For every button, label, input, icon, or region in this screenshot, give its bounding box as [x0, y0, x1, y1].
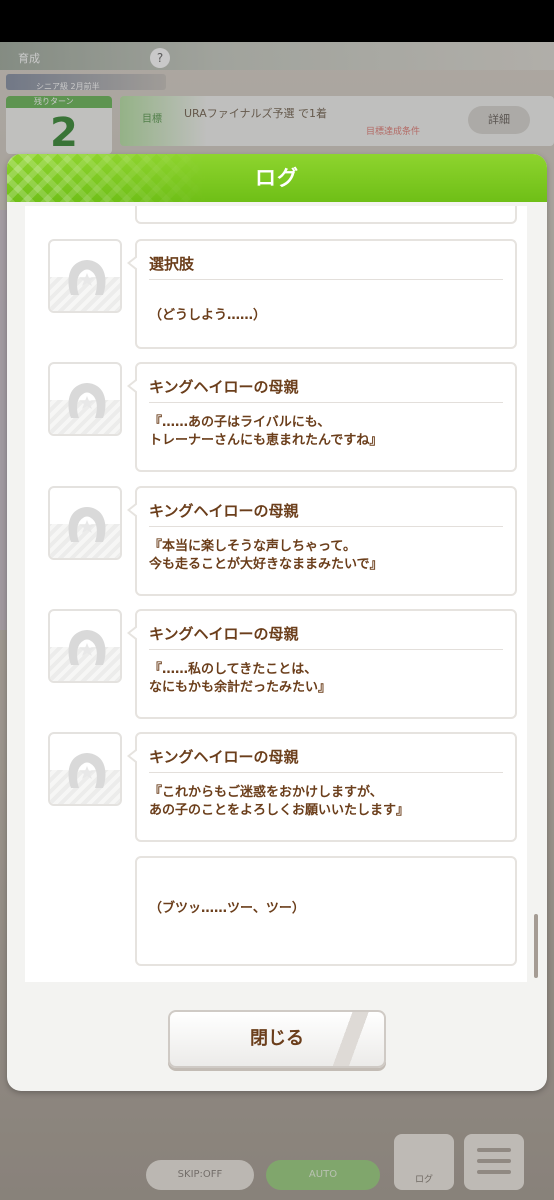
log-line: （どうしよう……） [149, 308, 267, 323]
speaker-avatar [48, 732, 122, 806]
speaker-name: キングヘイローの母親 [149, 748, 299, 766]
speaker-avatar [48, 486, 122, 560]
dialog-title: ログ [255, 166, 299, 190]
horseshoe-icon [68, 753, 106, 788]
log-bubble: 選択肢 （どうしよう……） [127, 239, 517, 349]
status-bar [0, 0, 554, 42]
speaker-name: キングヘイローの母親 [149, 625, 299, 643]
log-bubble-partial [135, 206, 517, 224]
log-bubble: キングヘイローの母親『……あの子はライバルにも、トレーナーさんにも恵まれたんです… [127, 362, 517, 472]
speaker-name: 選択肢 [149, 255, 195, 273]
scrollbar-thumb[interactable] [534, 914, 538, 978]
bubble-divider [149, 649, 503, 650]
log-line: あの子のことをよろしくお願いいたします』 [149, 803, 410, 818]
bubble-divider [149, 402, 503, 403]
close-button-label: 閉じる [250, 1028, 304, 1049]
bubble-divider [149, 772, 503, 773]
speaker-name: キングヘイローの母親 [149, 502, 299, 520]
log-bubble: （ブツッ……ツー、ツー） [135, 856, 517, 966]
bubble-divider [149, 279, 503, 280]
horseshoe-icon [68, 507, 106, 542]
bubble-divider [149, 526, 503, 527]
log-bubble: キングヘイローの母親『これからもご迷惑をおかけしますが、あの子のことをよろしくお… [127, 732, 517, 842]
log-line: 『これからもご迷惑をおかけしますが、 [149, 785, 383, 800]
speaker-avatar [48, 609, 122, 683]
horseshoe-icon [68, 260, 106, 295]
speaker-avatar [48, 239, 122, 313]
log-line: なにもかも余計だったみたい』 [149, 680, 332, 695]
log-line: （ブツッ……ツー、ツー） [149, 901, 305, 916]
speaker-avatar [48, 362, 122, 436]
dialog-header: ログ [7, 154, 547, 202]
log-list[interactable]: 選択肢 （どうしよう……） キングヘイローの母親 『……あの子はライバルにも、 トレーナ… [25, 206, 527, 982]
log-line: 『本当に楽しそうな声しちゃって。 [149, 539, 356, 554]
log-line: トレーナーさんにも恵まれたんですね』 [149, 433, 383, 448]
log-line: 『……あの子はライバルにも、 [149, 415, 331, 430]
horseshoe-icon [68, 630, 106, 665]
speaker-name: キングヘイローの母親 [149, 378, 299, 396]
log-bubble: キングヘイローの母親『本当に楽しそうな声しちゃって。今も走ることが大好きなままみ… [127, 486, 517, 596]
log-bubble: キングヘイローの母親『……私のしてきたことは、 なにもかも余計だったみたい』 [127, 609, 517, 719]
log-dialog: ログ 選択肢 （どうしよう……） キングヘイローの母親 『……あの子はライバルにも、ト… [7, 154, 547, 1091]
log-line: 『……私のしてきたことは、 [149, 662, 318, 677]
horseshoe-icon [68, 383, 106, 418]
close-button[interactable]: 閉じる [168, 1010, 386, 1068]
log-line: 今も走ることが大好きなままみたいで』 [149, 557, 383, 572]
